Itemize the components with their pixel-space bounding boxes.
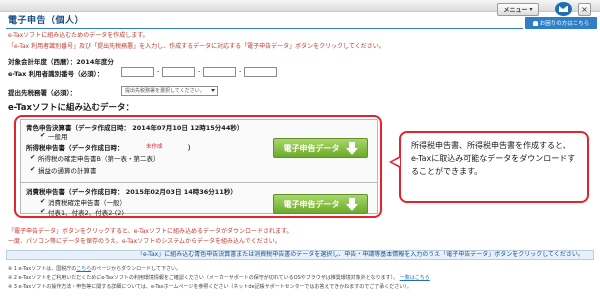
callout-text: 所得税申告書、所得税申告書を作成すると、e-Taxに取込み可能なデータをダウンロ… — [411, 141, 576, 176]
section-title: e-Taxソフトに組み込むデータ： — [8, 103, 134, 113]
tax-office-select[interactable]: 提出先税務署を選択してください。 — [121, 86, 218, 96]
note-line-1: 「電子申告データ」ボタンをクリックすると、e-Taxソフトに組み込めるデータがダ… — [8, 228, 293, 235]
check-icon: ✔ — [40, 207, 46, 215]
user-id-separator-1: - — [157, 67, 160, 75]
callout-pointer-fill — [392, 158, 400, 166]
callout-box: 所得税申告書、所得税申告書を作成すると、e-Taxに取込み可能なデータをダウンロ… — [399, 131, 589, 203]
footer-line-2: ※ 2 e-Taxソフトをご利用いただくためにe-Taxソフトの利用環境情報をご… — [8, 274, 430, 281]
title-divider — [6, 28, 523, 29]
footer-link-here[interactable]: こちら — [76, 266, 91, 272]
intro-line-1: e-Taxソフトに組み込むためのデータを作成します。 — [8, 32, 149, 39]
mail-icon[interactable] — [555, 2, 572, 16]
download-button-label: 電子申告データ — [283, 143, 340, 153]
download-arrow-icon — [345, 141, 358, 155]
check-icon: ✔ — [40, 131, 46, 139]
dropdown-arrow-icon — [211, 89, 215, 92]
check-icon: ✔ — [30, 165, 36, 173]
page-title: 電子申告（個人） — [8, 16, 85, 26]
tax-office-label: 提出先税務署（必須）： — [8, 89, 77, 97]
download-income-tax-button[interactable]: 電子申告データ — [273, 138, 368, 158]
user-id-separator-2: - — [198, 67, 201, 75]
footer-link-list[interactable]: 一覧はこちら — [400, 275, 430, 281]
footer-line-1-prefix: ※ 1 e-Taxソフトは、国税庁の — [8, 266, 77, 272]
help-button[interactable]: お困りの方はこちら — [525, 17, 597, 29]
instruction-banner: 「e-Tax」に組み込む青色申告決算書または消費税申告書のデータを選択し、申告・… — [6, 250, 594, 260]
footer-line-1: ※ 1 e-Taxソフトは、国税庁のこちらのページからダウンロードして下さい。 — [8, 265, 181, 272]
consumption-tax-header: 消費税申告書（データ作成日時： 2015年02月03日 14時36分11秒） — [26, 188, 237, 196]
menu-button-label: メニュー — [503, 7, 528, 14]
consumption-tax-item-general: 消費税確定申告書（一般） — [48, 199, 126, 207]
help-button-label: お困りの方はこちら — [539, 21, 590, 27]
income-tax-status: 未作成 — [146, 144, 163, 150]
user-id-field-3[interactable] — [203, 67, 236, 77]
menu-button[interactable]: メニュー ▾ — [497, 3, 539, 16]
note-line-2: 一度、パソコン等にデータを保存のうえ、e-Taxソフトのシステムからデータを組み… — [8, 238, 281, 245]
income-tax-item-loss: 損益の通算の計算書 — [38, 167, 97, 175]
user-id-field-2[interactable] — [162, 67, 195, 77]
footer-line-3: ※ 3 e-Taxソフトの操作方法・申告等に関する詳細については、e-Taxホー… — [8, 284, 412, 290]
fiscal-year-label: 対象会計年度（西暦）：2014年度分 — [8, 58, 114, 66]
bell-icon — [532, 20, 538, 26]
panel-divider — [20, 182, 378, 183]
blue-return-item-general: 一般用 — [48, 133, 68, 141]
intro-line-2: 「e-Tax 利用者識別番号」及び「提出先税務署」を入力し、作成するデータに対応… — [8, 43, 385, 50]
check-icon: ✔ — [40, 197, 46, 205]
tax-office-placeholder: 提出先税務署を選択してください。 — [125, 88, 205, 94]
income-tax-header-close: ） — [188, 144, 195, 152]
income-tax-item-form-b: 所得税の確定申告書B（第一表・第二表） — [38, 155, 160, 163]
download-consumption-tax-button[interactable]: 電子申告データ — [273, 194, 368, 214]
user-id-field-4[interactable] — [244, 67, 277, 77]
user-id-field-1[interactable] — [121, 67, 154, 77]
close-icon[interactable]: × — [578, 3, 591, 16]
income-tax-header: 所得税申告書（データ作成日時： — [26, 144, 124, 152]
check-icon: ✔ — [30, 153, 36, 161]
user-id-separator-3: - — [239, 67, 242, 75]
download-button-label: 電子申告データ — [283, 199, 340, 209]
footer-line-2-text: ※ 2 e-Taxソフトをご利用いただくためにe-Taxソフトの利用環境情報をご… — [8, 275, 399, 281]
user-id-label: e-Tax 利用者識別番号（必須）： — [8, 70, 104, 78]
chevron-down-icon: ▾ — [529, 6, 533, 13]
download-arrow-icon — [345, 197, 358, 211]
footer-line-1-suffix: のページからダウンロードして下さい。 — [91, 266, 182, 272]
consumption-tax-item-annex: 付表1、付表2、付表2-(2) — [48, 209, 124, 217]
